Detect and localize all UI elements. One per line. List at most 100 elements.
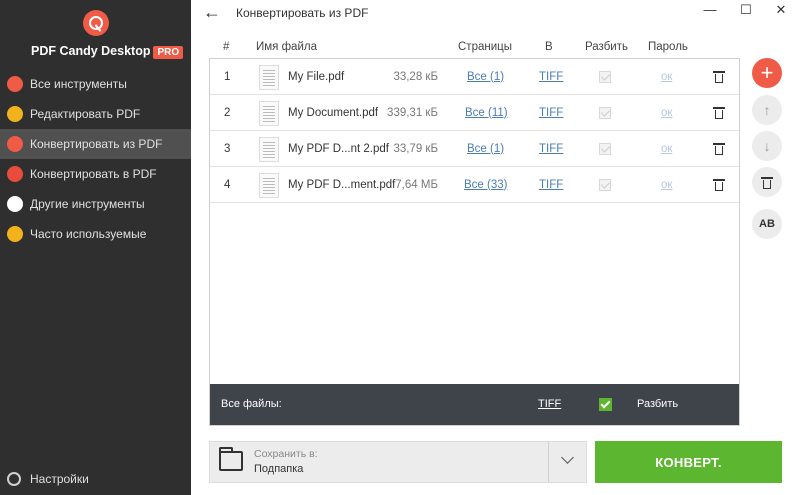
pdf-thumbnail — [259, 173, 279, 198]
split-all-label: Разбить — [637, 398, 679, 410]
table-row[interactable]: 2 My Document.pdf 339,31 кБ Все (11) TIF… — [210, 95, 739, 131]
sidebar-item-other-tools[interactable]: Другие инструменты — [0, 189, 191, 219]
convert-button[interactable]: КОНВЕРТ. — [595, 441, 782, 483]
split-checkbox[interactable] — [599, 95, 611, 130]
save-location-label: Сохранить в: — [254, 448, 318, 460]
split-checkbox[interactable] — [599, 59, 611, 94]
add-file-button[interactable]: + — [752, 58, 782, 88]
trash-icon — [713, 106, 725, 119]
checkbox-disabled-icon — [599, 70, 611, 83]
format-link[interactable]: TIFF — [539, 167, 563, 202]
file-size: 339,31 кБ — [387, 106, 438, 119]
split-all-checkbox[interactable] — [599, 398, 612, 411]
delete-row-button[interactable] — [713, 59, 725, 94]
folder-icon — [219, 447, 243, 471]
file-name: My PDF D...ment.pdf — [288, 178, 396, 191]
close-button[interactable]: ✕ — [771, 2, 791, 18]
row-number: 4 — [224, 178, 231, 191]
column-header-format: В — [545, 41, 553, 53]
chevron-down-icon[interactable] — [561, 451, 574, 464]
arrow-down-icon — [7, 136, 23, 152]
column-header-pages: Страницы — [458, 41, 512, 53]
move-up-button[interactable]: ↑ — [752, 95, 782, 125]
sidebar-item-edit-pdf[interactable]: Редактировать PDF — [0, 99, 191, 129]
back-button[interactable]: ← — [203, 2, 221, 23]
pdf-thumbnail — [259, 137, 279, 162]
app-logo-icon — [83, 10, 109, 36]
file-size: 33,28 кБ — [393, 70, 438, 83]
sidebar-item-convert-from-pdf[interactable]: Конвертировать из PDF — [0, 129, 191, 159]
arrow-up-icon — [7, 166, 23, 182]
pdf-thumbnail — [259, 101, 279, 126]
brand-title: PDF Candy Desktop PRO — [31, 44, 184, 59]
sidebar-item-label: Конвертировать из PDF — [30, 137, 163, 151]
sidebar-item-frequently-used[interactable]: Часто используемые — [0, 219, 191, 249]
rename-button[interactable]: AB — [752, 209, 782, 239]
sidebar-item-label: Редактировать PDF — [30, 107, 141, 121]
pages-link[interactable]: Все (11) — [465, 95, 508, 130]
maximize-button[interactable]: ☐ — [736, 2, 756, 18]
password-link[interactable]: ок — [661, 59, 672, 94]
split-checkbox[interactable] — [599, 131, 611, 166]
password-link[interactable]: ок — [661, 131, 672, 166]
column-header-split: Разбить — [585, 41, 628, 53]
format-link[interactable]: TIFF — [539, 131, 563, 166]
candy-icon — [7, 76, 23, 92]
table-row[interactable]: 4 My PDF D...ment.pdf 7,64 МБ Все (33) T… — [210, 167, 739, 203]
trash-icon — [713, 142, 725, 155]
sidebar-item-convert-to-pdf[interactable]: Конвертировать в PDF — [0, 159, 191, 189]
checkbox-disabled-icon — [599, 142, 611, 155]
table-row[interactable]: 3 My PDF D...nt 2.pdf 33,79 кБ Все (1) T… — [210, 131, 739, 167]
sidebar-item-all-tools[interactable]: Все инструменты — [0, 69, 191, 99]
delete-row-button[interactable] — [713, 131, 725, 166]
table-row[interactable]: 1 My File.pdf 33,28 кБ Все (1) TIFF ок — [210, 59, 739, 95]
sidebar-item-label: Другие инструменты — [30, 197, 145, 211]
file-size: 7,64 МБ — [395, 178, 438, 191]
settings-button[interactable]: Настройки — [7, 472, 89, 486]
divider — [548, 442, 549, 482]
pro-badge: PRO — [153, 46, 184, 59]
all-files-format-link[interactable]: TIFF — [538, 398, 561, 410]
row-number: 2 — [224, 106, 231, 119]
sidebar: PDF Candy Desktop PRO Все инструменты Ред… — [0, 0, 191, 495]
minimize-button[interactable]: — — [700, 2, 720, 17]
delete-row-button[interactable] — [713, 167, 725, 202]
checkbox-disabled-icon — [599, 178, 611, 191]
pages-link[interactable]: Все (33) — [464, 167, 507, 202]
move-down-button[interactable]: ↓ — [752, 131, 782, 161]
pages-link[interactable]: Все (1) — [467, 131, 504, 166]
column-header-password: Пароль — [648, 41, 688, 53]
more-dots-icon — [7, 196, 23, 212]
password-link[interactable]: ок — [661, 95, 672, 130]
split-checkbox[interactable] — [599, 167, 611, 202]
file-size: 33,79 кБ — [393, 142, 438, 155]
file-table: 1 My File.pdf 33,28 кБ Все (1) TIFF ок 2… — [209, 58, 740, 426]
delete-row-button[interactable] — [713, 95, 725, 130]
gear-icon — [7, 472, 21, 486]
format-link[interactable]: TIFF — [539, 59, 563, 94]
star-icon — [7, 226, 23, 242]
delete-all-button[interactable] — [752, 167, 782, 197]
password-link[interactable]: ок — [661, 167, 672, 202]
checkbox-disabled-icon — [599, 106, 611, 119]
save-location-selector[interactable]: Сохранить в: Подпапка — [209, 441, 587, 483]
format-link[interactable]: TIFF — [539, 95, 563, 130]
settings-label: Настройки — [30, 472, 89, 486]
save-location-value: Подпапка — [254, 463, 304, 475]
row-number: 3 — [224, 142, 231, 155]
sidebar-item-label: Конвертировать в PDF — [30, 167, 157, 181]
trash-icon — [713, 178, 725, 191]
trash-icon — [761, 176, 773, 189]
trash-icon — [713, 70, 725, 83]
column-header-number: # — [223, 41, 230, 53]
row-number: 1 — [224, 70, 231, 83]
file-name: My PDF D...nt 2.pdf — [288, 142, 389, 155]
sidebar-item-label: Все инструменты — [30, 77, 127, 91]
column-header-filename: Имя файла — [256, 41, 317, 53]
page-title: Конвертировать из PDF — [236, 6, 369, 20]
all-files-label: Все файлы: — [221, 398, 282, 410]
edit-icon — [7, 106, 23, 122]
pages-link[interactable]: Все (1) — [467, 59, 504, 94]
sidebar-item-label: Часто используемые — [30, 227, 147, 241]
file-name: My File.pdf — [288, 70, 345, 83]
